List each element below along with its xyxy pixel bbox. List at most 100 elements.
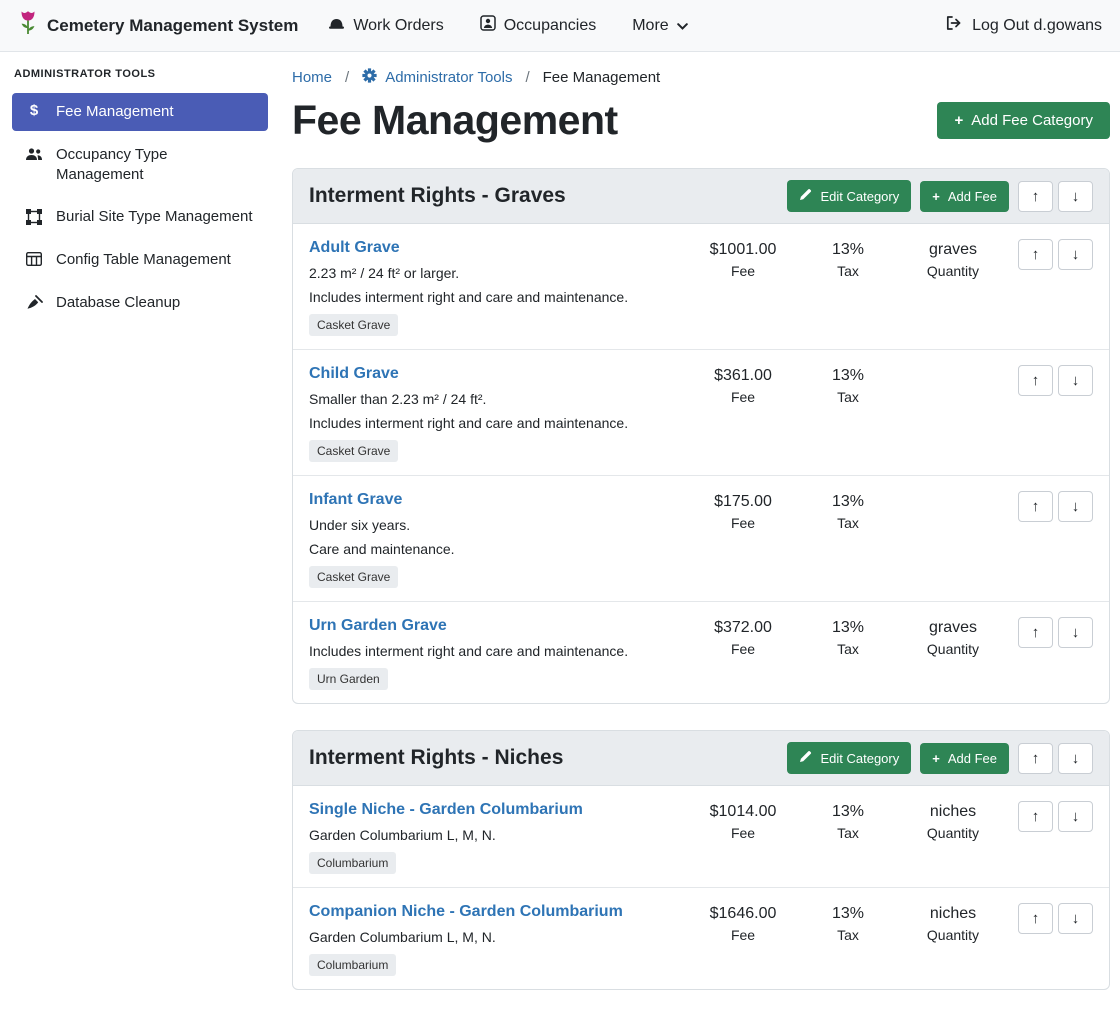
- sidebar-heading: ADMINISTRATOR TOOLS: [14, 68, 266, 80]
- quantity-value: niches: [898, 803, 1008, 821]
- category-move-down-button[interactable]: ↓: [1058, 743, 1093, 774]
- sidebar-item-burial-site-type[interactable]: Burial Site Type Management: [12, 198, 268, 236]
- breadcrumb: Home / Administrator Tool: [292, 64, 1110, 87]
- fee-description: Under six years.: [309, 517, 678, 533]
- fee-amount-label: Fee: [688, 515, 798, 531]
- fee-move-down-button[interactable]: ↓: [1058, 617, 1093, 648]
- tax-value: 13%: [798, 619, 898, 637]
- category-move-up-button[interactable]: ↑: [1018, 181, 1053, 212]
- fee-row: Single Niche - Garden Columbarium Garden…: [293, 786, 1109, 888]
- quantity-column: graves Quantity: [898, 617, 1008, 657]
- fee-description: Garden Columbarium L, M, N.: [309, 929, 678, 945]
- fee-description: Garden Columbarium L, M, N.: [309, 827, 678, 843]
- fee-move-up-button[interactable]: ↑: [1018, 617, 1053, 648]
- breadcrumb-separator: /: [345, 69, 349, 86]
- sidebar-item-fee-management[interactable]: $ Fee Management: [12, 93, 268, 131]
- fee-move-down-button[interactable]: ↓: [1058, 903, 1093, 934]
- broom-icon: [24, 295, 44, 311]
- fee-name-link[interactable]: Single Niche - Garden Columbarium: [309, 801, 583, 819]
- add-fee-button[interactable]: + Add Fee: [920, 181, 1009, 212]
- add-fee-label: Add Fee: [948, 751, 997, 766]
- edit-category-button[interactable]: Edit Category: [787, 180, 911, 212]
- fee-row: Child Grave Smaller than 2.23 m² / 24 ft…: [293, 350, 1109, 476]
- person-square-icon: [480, 15, 496, 36]
- edit-category-button[interactable]: Edit Category: [787, 742, 911, 774]
- fee-name-link[interactable]: Urn Garden Grave: [309, 617, 447, 635]
- sidebar-item-label: Config Table Management: [56, 250, 231, 270]
- fee-info: Single Niche - Garden Columbarium Garden…: [309, 801, 688, 874]
- quantity-column: niches Quantity: [898, 801, 1008, 841]
- fee-amount: $1001.00: [688, 241, 798, 259]
- fee-info: Companion Niche - Garden Columbarium Gar…: [309, 903, 688, 976]
- fee-amount: $1014.00: [688, 803, 798, 821]
- top-navbar: Cemetery Management System Work Orders O…: [0, 0, 1120, 52]
- sidebar-item-label: Database Cleanup: [56, 293, 180, 313]
- sidebar-item-database-cleanup[interactable]: Database Cleanup: [12, 284, 268, 322]
- breadcrumb-admin-tools-link[interactable]: Administrator Tools: [362, 68, 512, 87]
- people-icon: [24, 147, 44, 161]
- nav-item-more[interactable]: More: [632, 17, 687, 35]
- sidebar-item-label: Fee Management: [56, 102, 174, 122]
- logout-button[interactable]: Log Out d.gowans: [945, 15, 1102, 36]
- fee-move-up-button[interactable]: ↑: [1018, 365, 1053, 396]
- tax-column: 13% Tax: [798, 239, 898, 279]
- fee-name-link[interactable]: Child Grave: [309, 365, 399, 383]
- category-move-up-button[interactable]: ↑: [1018, 743, 1053, 774]
- fee-type-badge: Urn Garden: [309, 668, 388, 690]
- fee-name-link[interactable]: Companion Niche - Garden Columbarium: [309, 903, 623, 921]
- sidebar-item-label: Burial Site Type Management: [56, 207, 253, 227]
- tax-column: 13% Tax: [798, 801, 898, 841]
- fee-row: Infant Grave Under six years. Care and m…: [293, 476, 1109, 602]
- nav-links: Work Orders Occupancies More: [328, 15, 687, 36]
- plus-icon: +: [954, 113, 963, 128]
- fee-move-up-button[interactable]: ↑: [1018, 801, 1053, 832]
- category-move-down-button[interactable]: ↓: [1058, 181, 1093, 212]
- edit-category-label: Edit Category: [820, 751, 899, 766]
- tax-label: Tax: [798, 515, 898, 531]
- add-fee-category-button[interactable]: + Add Fee Category: [937, 102, 1110, 139]
- fee-amount-column: $1646.00 Fee: [688, 903, 798, 943]
- fee-move-up-button[interactable]: ↑: [1018, 239, 1053, 270]
- fee-amount-label: Fee: [688, 825, 798, 841]
- fee-row: Adult Grave 2.23 m² / 24 ft² or larger. …: [293, 224, 1109, 350]
- fee-move-down-button[interactable]: ↓: [1058, 491, 1093, 522]
- fee-type-badge: Casket Grave: [309, 440, 398, 462]
- quantity-column: graves Quantity: [898, 239, 1008, 279]
- app-brand[interactable]: Cemetery Management System: [18, 10, 298, 41]
- fee-amount: $361.00: [688, 367, 798, 385]
- breadcrumb-home-link[interactable]: Home: [292, 69, 332, 86]
- edit-category-label: Edit Category: [820, 189, 899, 204]
- plus-icon: +: [932, 752, 940, 765]
- fee-type-badge: Casket Grave: [309, 314, 398, 336]
- fee-move-up-button[interactable]: ↑: [1018, 903, 1053, 934]
- nav-label-more: More: [632, 17, 668, 35]
- fee-move-down-button[interactable]: ↓: [1058, 239, 1093, 270]
- fee-description: Smaller than 2.23 m² / 24 ft².: [309, 391, 678, 407]
- category-card-niches: Interment Rights - Niches Edit Category …: [292, 730, 1110, 990]
- tax-label: Tax: [798, 389, 898, 405]
- nav-item-work-orders[interactable]: Work Orders: [328, 16, 443, 36]
- fee-amount-column: $372.00 Fee: [688, 617, 798, 657]
- sidebar-item-config-table[interactable]: Config Table Management: [12, 241, 268, 279]
- fee-amount-column: $1014.00 Fee: [688, 801, 798, 841]
- pencil-icon: [799, 750, 812, 766]
- chevron-down-icon: [677, 17, 688, 35]
- breadcrumb-admin-tools-label: Administrator Tools: [385, 69, 512, 86]
- fee-move-up-button[interactable]: ↑: [1018, 491, 1053, 522]
- fee-move-down-button[interactable]: ↓: [1058, 801, 1093, 832]
- nav-item-occupancies[interactable]: Occupancies: [480, 15, 597, 36]
- fee-amount: $1646.00: [688, 905, 798, 923]
- fee-amount-label: Fee: [688, 389, 798, 405]
- fee-name-link[interactable]: Adult Grave: [309, 239, 400, 257]
- sidebar-item-occupancy-type[interactable]: Occupancy Type Management: [12, 136, 268, 194]
- fee-move-down-button[interactable]: ↓: [1058, 365, 1093, 396]
- quantity-column: [898, 365, 1008, 371]
- tax-column: 13% Tax: [798, 617, 898, 657]
- fee-info: Urn Garden Grave Includes interment righ…: [309, 617, 688, 690]
- tax-column: 13% Tax: [798, 365, 898, 405]
- breadcrumb-separator: /: [525, 69, 529, 86]
- add-fee-button[interactable]: + Add Fee: [920, 743, 1009, 774]
- fee-amount-column: $361.00 Fee: [688, 365, 798, 405]
- fee-amount-column: $175.00 Fee: [688, 491, 798, 531]
- fee-name-link[interactable]: Infant Grave: [309, 491, 402, 509]
